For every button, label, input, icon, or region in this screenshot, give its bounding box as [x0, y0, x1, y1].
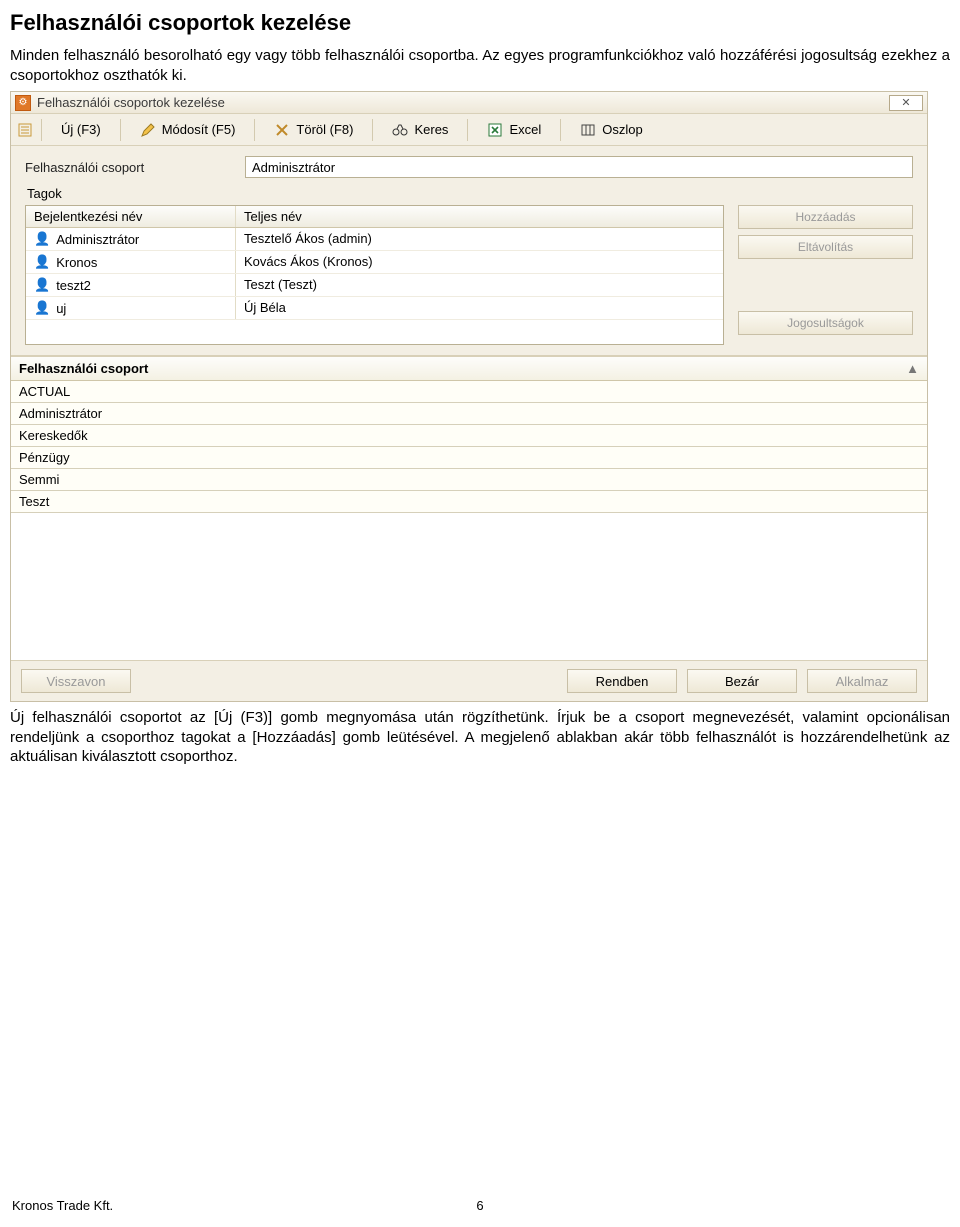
- columns-icon: [580, 122, 596, 138]
- delete-icon: [274, 122, 290, 138]
- titlebar: ⚙ Felhasználói csoportok kezelése ✕: [11, 92, 927, 114]
- separator: [254, 119, 255, 141]
- user-icon: 👤: [34, 254, 50, 270]
- doc-outro: Új felhasználói csoportot az [Új (F3)] g…: [10, 708, 950, 767]
- separator: [560, 119, 561, 141]
- ok-button[interactable]: Rendben: [567, 669, 677, 693]
- bottom-bar: Visszavon Rendben Bezár Alkalmaz: [11, 661, 927, 701]
- toolbar-label: Excel: [509, 122, 541, 137]
- doc-title: Felhasználói csoportok kezelése: [10, 10, 950, 36]
- user-icon: 👤: [34, 277, 50, 293]
- footer-company: Kronos Trade Kft.: [12, 1198, 113, 1213]
- toolbar-label: Módosít (F5): [162, 122, 236, 137]
- login-name: Adminisztrátor: [56, 232, 139, 247]
- menu-icon[interactable]: [17, 122, 33, 138]
- toolbar-label: Keres: [414, 122, 448, 137]
- grid-row[interactable]: Adminisztrátor: [11, 403, 927, 425]
- toolbar-label: Új (F3): [61, 122, 101, 137]
- search-button[interactable]: Keres: [381, 118, 459, 142]
- group-name-input[interactable]: [245, 156, 913, 178]
- apply-button[interactable]: Alkalmaz: [807, 669, 917, 693]
- modify-button[interactable]: Módosít (F5): [129, 118, 247, 142]
- grid-row[interactable]: Semmi: [11, 469, 927, 491]
- full-name: Tesztelő Ákos (admin): [236, 228, 723, 250]
- pencil-icon: [140, 122, 156, 138]
- grid-header-label: Felhasználói csoport: [19, 361, 148, 376]
- members-row[interactable]: 👤 Adminisztrátor Tesztelő Ákos (admin): [26, 228, 723, 251]
- full-name: Teszt (Teszt): [236, 274, 723, 296]
- dialog-window: ⚙ Felhasználói csoportok kezelése ✕ Új (…: [10, 91, 928, 702]
- doc-intro: Minden felhasználó besorolható egy vagy …: [10, 46, 950, 85]
- page-footer: Kronos Trade Kft. 6: [12, 1198, 948, 1213]
- app-icon: ⚙: [15, 95, 31, 111]
- members-header: Bejelentkezési név Teljes név: [26, 206, 723, 228]
- separator: [41, 119, 42, 141]
- grid-row[interactable]: ACTUAL: [11, 381, 927, 403]
- group-label: Felhasználói csoport: [25, 160, 235, 175]
- undo-button[interactable]: Visszavon: [21, 669, 131, 693]
- members-row[interactable]: 👤 uj Új Béla: [26, 297, 723, 320]
- excel-icon: [487, 122, 503, 138]
- form-area: Felhasználói csoport Tagok Bejelentkezés…: [11, 146, 927, 356]
- close-dialog-button[interactable]: Bezár: [687, 669, 797, 693]
- toolbar-label: Töröl (F8): [296, 122, 353, 137]
- login-name: teszt2: [56, 278, 91, 293]
- new-button[interactable]: Új (F3): [50, 118, 112, 141]
- groups-grid[interactable]: Felhasználói csoport ▲ ACTUALAdminisztrá…: [11, 356, 927, 661]
- full-name: Új Béla: [236, 297, 723, 319]
- side-buttons: Hozzáadás Eltávolítás Jogosultságok: [738, 205, 913, 335]
- add-member-button[interactable]: Hozzáadás: [738, 205, 913, 229]
- grid-row[interactable]: Pénzügy: [11, 447, 927, 469]
- sort-indicator-icon: ▲: [906, 361, 919, 376]
- user-icon: 👤: [34, 231, 50, 247]
- col-login-header[interactable]: Bejelentkezési név: [26, 206, 236, 227]
- window-title: Felhasználói csoportok kezelése: [37, 95, 225, 110]
- excel-button[interactable]: Excel: [476, 118, 552, 142]
- col-fullname-header[interactable]: Teljes név: [236, 206, 723, 227]
- user-icon: 👤: [34, 300, 50, 316]
- separator: [120, 119, 121, 141]
- members-row[interactable]: 👤 teszt2 Teszt (Teszt): [26, 274, 723, 297]
- binoculars-icon: [392, 122, 408, 138]
- column-button[interactable]: Oszlop: [569, 118, 653, 142]
- permissions-button[interactable]: Jogosultságok: [738, 311, 913, 335]
- close-button[interactable]: ✕: [889, 95, 923, 111]
- members-list[interactable]: Bejelentkezési név Teljes név 👤 Adminiszt…: [25, 205, 724, 345]
- full-name: Kovács Ákos (Kronos): [236, 251, 723, 273]
- grid-row[interactable]: Teszt: [11, 491, 927, 513]
- members-label: Tagok: [27, 186, 913, 201]
- toolbar: Új (F3) Módosít (F5) Töröl (F8) Keres: [11, 114, 927, 146]
- login-name: uj: [56, 301, 66, 316]
- separator: [372, 119, 373, 141]
- delete-button[interactable]: Töröl (F8): [263, 118, 364, 142]
- separator: [467, 119, 468, 141]
- login-name: Kronos: [56, 255, 97, 270]
- members-row[interactable]: 👤 Kronos Kovács Ákos (Kronos): [26, 251, 723, 274]
- remove-member-button[interactable]: Eltávolítás: [738, 235, 913, 259]
- toolbar-label: Oszlop: [602, 122, 642, 137]
- grid-header[interactable]: Felhasználói csoport ▲: [11, 357, 927, 381]
- grid-row[interactable]: Kereskedők: [11, 425, 927, 447]
- footer-page-number: 6: [476, 1198, 483, 1213]
